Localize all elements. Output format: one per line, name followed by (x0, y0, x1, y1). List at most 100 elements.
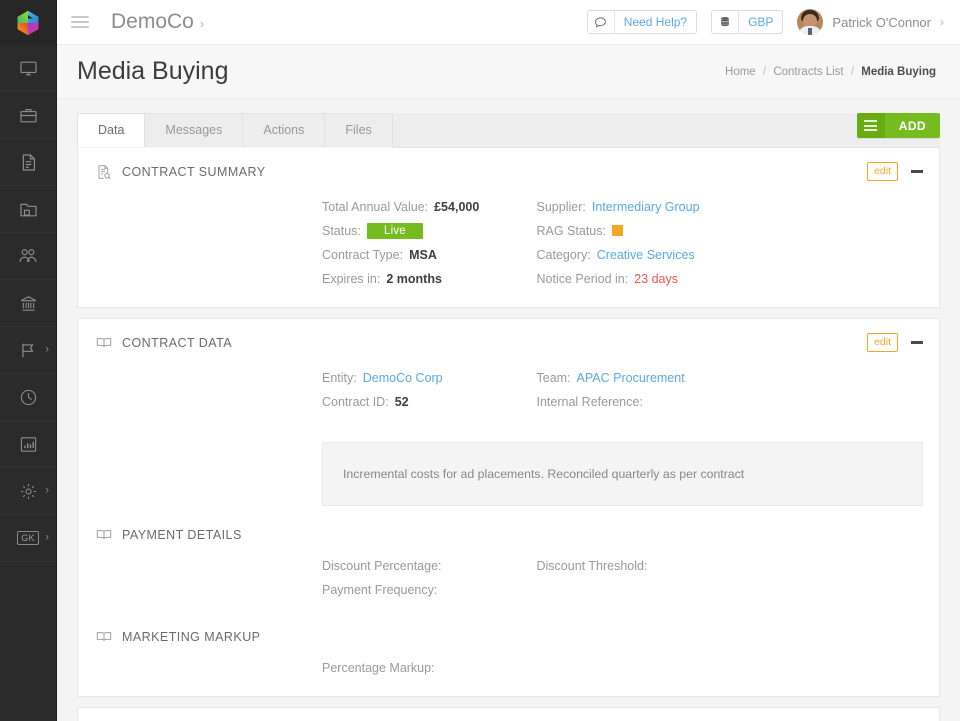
briefcase-icon (19, 106, 38, 125)
field-row: Discount Percentage: (322, 554, 501, 577)
people-icon (18, 246, 38, 266)
field-value: £54,000 (434, 200, 479, 214)
flag-icon (19, 341, 38, 360)
subsection-title: MARKETING MARKUP (122, 630, 260, 644)
panel-title: CONTRACT DATA (122, 336, 232, 350)
sidebar-item-gk[interactable]: GK › (0, 515, 56, 562)
subsection-header-marketing-markup: MARKETING MARKUP (78, 618, 939, 650)
field-value: MSA (409, 248, 437, 262)
field-column-left: Entity: DemoCo Corp Contract ID: 52 (78, 366, 501, 414)
document-search-icon (96, 164, 112, 180)
subsection-title: PAYMENT DETAILS (122, 528, 242, 542)
edit-button[interactable]: edit (867, 333, 898, 352)
app-logo[interactable] (0, 0, 56, 45)
burger-line (71, 26, 89, 28)
page-header: Media Buying Home / Contracts List / Med… (57, 45, 960, 99)
field-label: Total Annual Value: (322, 200, 428, 214)
sidebar-item-contracts[interactable] (0, 139, 56, 186)
field-row: RAG Status: (537, 219, 924, 242)
sidebar-item-projects[interactable] (0, 186, 56, 233)
breadcrumb-separator: / (851, 66, 854, 78)
brand-label: DemoCo (111, 10, 194, 34)
menu-toggle-button[interactable] (71, 16, 89, 28)
field-label: Internal Reference: (537, 395, 643, 409)
rag-status-indicator (612, 225, 623, 236)
chevron-right-icon: › (45, 345, 49, 356)
tab-actions[interactable]: Actions (243, 113, 325, 147)
tab-data[interactable]: Data (77, 113, 145, 147)
entity-link[interactable]: DemoCo Corp (363, 371, 443, 385)
sidebar-item-history[interactable] (0, 374, 56, 421)
field-label: RAG Status: (537, 224, 606, 238)
panel-header: CONTRACT DATES edit (78, 708, 939, 721)
collapse-button[interactable] (911, 170, 923, 173)
breadcrumb-item-home[interactable]: Home (725, 66, 756, 78)
supplier-link[interactable]: Intermediary Group (592, 200, 700, 214)
field-column-right (501, 656, 924, 680)
need-help-button[interactable]: Need Help? (587, 10, 697, 34)
breadcrumb: Home / Contracts List / Media Buying (725, 66, 936, 78)
status-badge: Live (367, 223, 423, 239)
open-book-icon (96, 528, 112, 542)
field-label: Supplier: (537, 200, 586, 214)
field-row: Internal Reference: (537, 390, 924, 413)
add-button-label: ADD (885, 113, 940, 138)
field-label: Category: (537, 248, 591, 262)
tab-files[interactable]: Files (325, 113, 392, 147)
chevron-right-icon: › (200, 16, 204, 31)
field-label: Contract Type: (322, 248, 403, 262)
panel-actions: edit (867, 162, 923, 181)
edit-button[interactable]: edit (867, 162, 898, 181)
field-value: 52 (395, 395, 409, 409)
field-column-right: Supplier: Intermediary Group RAG Status:… (501, 195, 924, 291)
sidebar-item-dashboard[interactable] (0, 45, 56, 92)
currency-selector[interactable]: GBP (711, 10, 783, 34)
burger-line (71, 16, 89, 18)
sidebar-item-reports[interactable] (0, 421, 56, 468)
field-row: Team: APAC Procurement (537, 366, 924, 389)
field-label: Contract ID: (322, 395, 389, 409)
content-area: Data Messages Actions Files ADD (57, 99, 960, 721)
tab-messages[interactable]: Messages (145, 113, 243, 147)
field-value: 2 months (386, 272, 442, 286)
field-row: Contract ID: 52 (322, 390, 501, 413)
bank-icon (19, 294, 38, 313)
breadcrumb-item-contracts-list[interactable]: Contracts List (773, 66, 843, 78)
need-help-label: Need Help? (615, 15, 696, 29)
field-label: Notice Period in: (537, 272, 629, 286)
speech-bubble-icon (588, 11, 615, 33)
team-link[interactable]: APAC Procurement (577, 371, 685, 385)
field-value: 23 days (634, 272, 678, 286)
field-label: Team: (537, 371, 571, 385)
app-root: › › GK › (0, 0, 960, 721)
tabs: Data Messages Actions Files (77, 113, 393, 147)
top-bar-right: Need Help? GBP (587, 9, 944, 35)
brand-selector[interactable]: DemoCo › (111, 10, 204, 34)
collapse-button[interactable] (911, 341, 923, 344)
sidebar-item-milestones[interactable]: › (0, 327, 56, 374)
gear-icon (19, 482, 38, 501)
sidebar-item-suppliers[interactable] (0, 233, 56, 280)
currency-label: GBP (739, 15, 782, 29)
clock-icon (19, 388, 38, 407)
field-column-right: Discount Threshold: (501, 554, 924, 602)
field-row: Total Annual Value: £54,000 (322, 195, 501, 218)
panel-actions: edit (867, 333, 923, 352)
field-row: Contract Type: MSA (322, 243, 501, 266)
user-menu[interactable]: Patrick O'Connor › (797, 9, 944, 35)
sidebar-item-portfolio[interactable] (0, 92, 56, 139)
panel-gap (77, 308, 940, 318)
field-row: Category: Creative Services (537, 243, 924, 266)
user-name: Patrick O'Connor (832, 15, 931, 30)
sidebar-item-settings[interactable]: › (0, 468, 56, 515)
rainbow-g-logo (14, 9, 42, 37)
sidebar-item-finance[interactable] (0, 280, 56, 327)
field-row: Payment Frequency: (322, 578, 501, 601)
category-link[interactable]: Creative Services (597, 248, 695, 262)
field-grid: Discount Percentage: Payment Frequency: … (78, 548, 939, 618)
monitor-icon (19, 59, 38, 78)
tab-bar: Data Messages Actions Files ADD (77, 113, 940, 148)
add-button[interactable]: ADD (857, 113, 940, 138)
field-row: Entity: DemoCo Corp (322, 366, 501, 389)
breadcrumb-separator: / (763, 66, 766, 78)
